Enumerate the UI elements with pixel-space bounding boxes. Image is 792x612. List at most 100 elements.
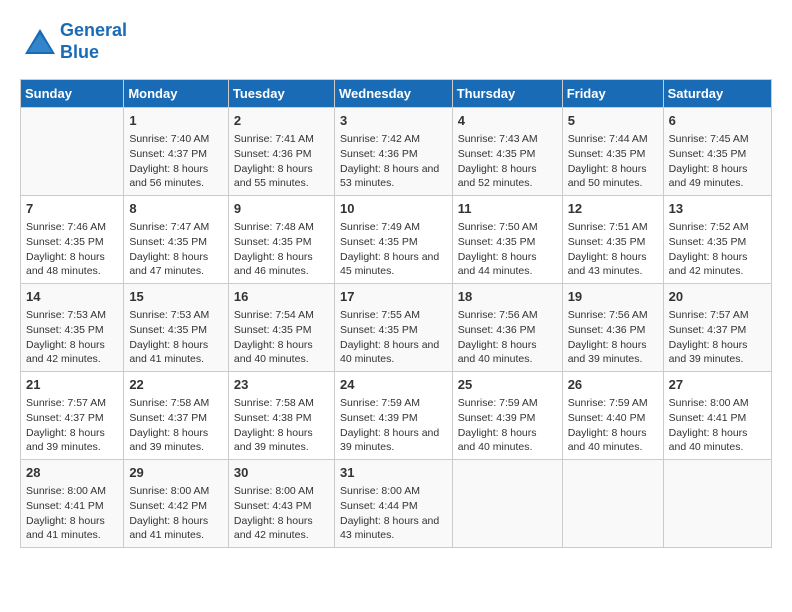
sunset-text: Sunset: 4:35 PM — [234, 323, 329, 338]
day-number: 25 — [458, 376, 557, 394]
sunrise-text: Sunrise: 7:51 AM — [568, 220, 658, 235]
table-row: 31Sunrise: 8:00 AMSunset: 4:44 PMDayligh… — [334, 460, 452, 548]
table-row: 6Sunrise: 7:45 AMSunset: 4:35 PMDaylight… — [663, 108, 771, 196]
table-row: 30Sunrise: 8:00 AMSunset: 4:43 PMDayligh… — [228, 460, 334, 548]
sunset-text: Sunset: 4:36 PM — [458, 323, 557, 338]
sunset-text: Sunset: 4:35 PM — [458, 235, 557, 250]
sunrise-text: Sunrise: 7:46 AM — [26, 220, 118, 235]
daylight-text: Daylight: 8 hours and 52 minutes. — [458, 162, 557, 191]
sunrise-text: Sunrise: 7:57 AM — [26, 396, 118, 411]
table-row: 12 Sunrise: 7:51 AMSunset: 4:35 PMDayligh… — [562, 196, 663, 284]
sunrise-text: Sunrise: 7:53 AM — [129, 308, 223, 323]
page-header: General Blue — [20, 20, 772, 63]
sunrise-text: Sunrise: 7:42 AM — [340, 132, 447, 147]
day-number: 11 — [458, 200, 557, 218]
sunset-text: Sunset: 4:35 PM — [26, 323, 118, 338]
sunset-text: Sunset: 4:43 PM — [234, 499, 329, 514]
day-number: 12 — [568, 200, 658, 218]
table-row: 24 Sunrise: 7:59 AMSunset: 4:39 PMDayligh… — [334, 372, 452, 460]
day-number: 16 — [234, 288, 329, 306]
sunset-text: Sunset: 4:41 PM — [669, 411, 766, 426]
day-number: 3 — [340, 112, 447, 130]
day-number: 24 — [340, 376, 447, 394]
table-row: 14Sunrise: 7:53 AMSunset: 4:35 PMDayligh… — [21, 284, 124, 372]
table-row: 19Sunrise: 7:56 AMSunset: 4:36 PMDayligh… — [562, 284, 663, 372]
table-row — [663, 460, 771, 548]
daylight-text: Daylight: 8 hours and 47 minutes. — [129, 250, 223, 279]
sunset-text: Sunset: 4:35 PM — [568, 147, 658, 162]
sunset-text: Sunset: 4:37 PM — [669, 323, 766, 338]
daylight-text: Daylight: 8 hours and 44 minutes. — [458, 250, 557, 279]
table-row: 2Sunrise: 7:41 AMSunset: 4:36 PMDaylight… — [228, 108, 334, 196]
table-row: 18Sunrise: 7:56 AMSunset: 4:36 PMDayligh… — [452, 284, 562, 372]
sunset-text: Sunset: 4:39 PM — [340, 411, 447, 426]
day-number: 29 — [129, 464, 223, 482]
table-row: 21Sunrise: 7:57 AMSunset: 4:37 PMDayligh… — [21, 372, 124, 460]
day-number: 22 — [129, 376, 223, 394]
sunrise-text: Sunrise: 7:47 AM — [129, 220, 223, 235]
col-header-sunday: Sunday — [21, 80, 124, 108]
day-number: 6 — [669, 112, 766, 130]
table-row: 7Sunrise: 7:46 AMSunset: 4:35 PMDaylight… — [21, 196, 124, 284]
table-row: 15Sunrise: 7:53 AMSunset: 4:35 PMDayligh… — [124, 284, 229, 372]
daylight-text: Daylight: 8 hours and 40 minutes. — [458, 426, 557, 455]
day-number: 21 — [26, 376, 118, 394]
sunset-text: Sunset: 4:42 PM — [129, 499, 223, 514]
day-number: 9 — [234, 200, 329, 218]
daylight-text: Daylight: 8 hours and 41 minutes. — [26, 514, 118, 543]
sunrise-text: Sunrise: 7:57 AM — [669, 308, 766, 323]
daylight-text: Daylight: 8 hours and 39 minutes. — [129, 426, 223, 455]
table-row: 9Sunrise: 7:48 AMSunset: 4:35 PMDaylight… — [228, 196, 334, 284]
daylight-text: Daylight: 8 hours and 40 minutes. — [568, 426, 658, 455]
sunrise-text: Sunrise: 8:00 AM — [340, 484, 447, 499]
day-number: 15 — [129, 288, 223, 306]
daylight-text: Daylight: 8 hours and 48 minutes. — [26, 250, 118, 279]
day-number: 31 — [340, 464, 447, 482]
day-number: 8 — [129, 200, 223, 218]
daylight-text: Daylight: 8 hours and 41 minutes. — [129, 514, 223, 543]
sunrise-text: Sunrise: 7:52 AM — [669, 220, 766, 235]
sunrise-text: Sunrise: 8:00 AM — [669, 396, 766, 411]
sunrise-text: Sunrise: 7:48 AM — [234, 220, 329, 235]
day-number: 7 — [26, 200, 118, 218]
table-row — [21, 108, 124, 196]
sunrise-text: Sunrise: 7:56 AM — [458, 308, 557, 323]
table-row: 3Sunrise: 7:42 AMSunset: 4:36 PMDaylight… — [334, 108, 452, 196]
day-number: 30 — [234, 464, 329, 482]
sunrise-text: Sunrise: 7:56 AM — [568, 308, 658, 323]
day-number: 27 — [669, 376, 766, 394]
sunrise-text: Sunrise: 7:58 AM — [129, 396, 223, 411]
table-row: 23Sunrise: 7:58 AMSunset: 4:38 PMDayligh… — [228, 372, 334, 460]
table-row: 25Sunrise: 7:59 AMSunset: 4:39 PMDayligh… — [452, 372, 562, 460]
daylight-text: Daylight: 8 hours and 40 minutes. — [669, 426, 766, 455]
daylight-text: Daylight: 8 hours and 40 minutes. — [458, 338, 557, 367]
sunrise-text: Sunrise: 7:59 AM — [340, 396, 447, 411]
sunrise-text: Sunrise: 7:41 AM — [234, 132, 329, 147]
daylight-text: Daylight: 8 hours and 42 minutes. — [669, 250, 766, 279]
col-header-saturday: Saturday — [663, 80, 771, 108]
daylight-text: Daylight: 8 hours and 39 minutes. — [669, 338, 766, 367]
table-row: 28Sunrise: 8:00 AMSunset: 4:41 PMDayligh… — [21, 460, 124, 548]
daylight-text: Daylight: 8 hours and 39 minutes. — [340, 426, 447, 455]
table-row: 20Sunrise: 7:57 AMSunset: 4:37 PMDayligh… — [663, 284, 771, 372]
sunset-text: Sunset: 4:36 PM — [568, 323, 658, 338]
day-number: 19 — [568, 288, 658, 306]
sunset-text: Sunset: 4:35 PM — [234, 235, 329, 250]
daylight-text: Daylight: 8 hours and 43 minutes. — [568, 250, 658, 279]
daylight-text: Daylight: 8 hours and 40 minutes. — [340, 338, 447, 367]
sunset-text: Sunset: 4:35 PM — [340, 323, 447, 338]
table-row: 8Sunrise: 7:47 AMSunset: 4:35 PMDaylight… — [124, 196, 229, 284]
sunrise-text: Sunrise: 7:49 AM — [340, 220, 447, 235]
sunset-text: Sunset: 4:38 PM — [234, 411, 329, 426]
day-number: 2 — [234, 112, 329, 130]
sunset-text: Sunset: 4:35 PM — [458, 147, 557, 162]
logo: General Blue — [20, 20, 127, 63]
sunset-text: Sunset: 4:35 PM — [568, 235, 658, 250]
sunrise-text: Sunrise: 8:00 AM — [129, 484, 223, 499]
sunset-text: Sunset: 4:36 PM — [340, 147, 447, 162]
day-number: 10 — [340, 200, 447, 218]
sunset-text: Sunset: 4:35 PM — [669, 147, 766, 162]
day-number: 28 — [26, 464, 118, 482]
col-header-thursday: Thursday — [452, 80, 562, 108]
table-row: 10Sunrise: 7:49 AMSunset: 4:35 PMDayligh… — [334, 196, 452, 284]
